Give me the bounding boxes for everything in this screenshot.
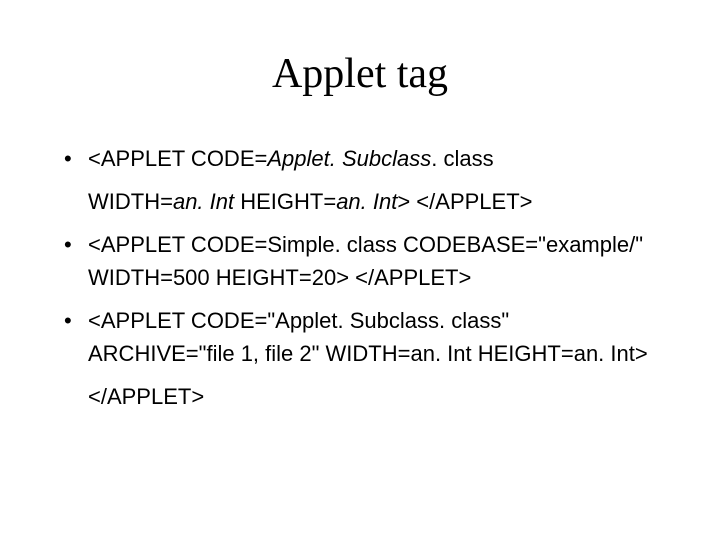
text-fragment-italic: an. Int	[336, 189, 397, 214]
text-fragment: HEIGHT=	[234, 189, 336, 214]
page-title: Applet tag	[60, 50, 660, 98]
bullet-list: <APPLET CODE=Applet. Subclass. class WID…	[60, 142, 660, 413]
text-fragment: </APPLET>	[88, 384, 204, 409]
list-item-continuation: WIDTH=an. Int HEIGHT=an. Int> </APPLET>	[60, 185, 660, 218]
text-fragment: <APPLET CODE=Simple. class CODEBASE="exa…	[88, 232, 643, 290]
list-item-continuation: </APPLET>	[60, 380, 660, 413]
list-item: <APPLET CODE=Applet. Subclass. class	[60, 142, 660, 175]
text-fragment-italic: an. Int	[173, 189, 234, 214]
list-item: <APPLET CODE="Applet. Subclass. class" A…	[60, 304, 660, 370]
slide: Applet tag <APPLET CODE=Applet. Subclass…	[0, 0, 720, 540]
list-item: <APPLET CODE=Simple. class CODEBASE="exa…	[60, 228, 660, 294]
text-fragment: WIDTH=	[88, 189, 173, 214]
text-fragment: <APPLET CODE="Applet. Subclass. class" A…	[88, 308, 648, 366]
text-fragment: <APPLET CODE=	[88, 146, 267, 171]
text-fragment: . class	[431, 146, 493, 171]
text-fragment-italic: Applet. Subclass	[267, 146, 431, 171]
text-fragment: > </APPLET>	[397, 189, 532, 214]
